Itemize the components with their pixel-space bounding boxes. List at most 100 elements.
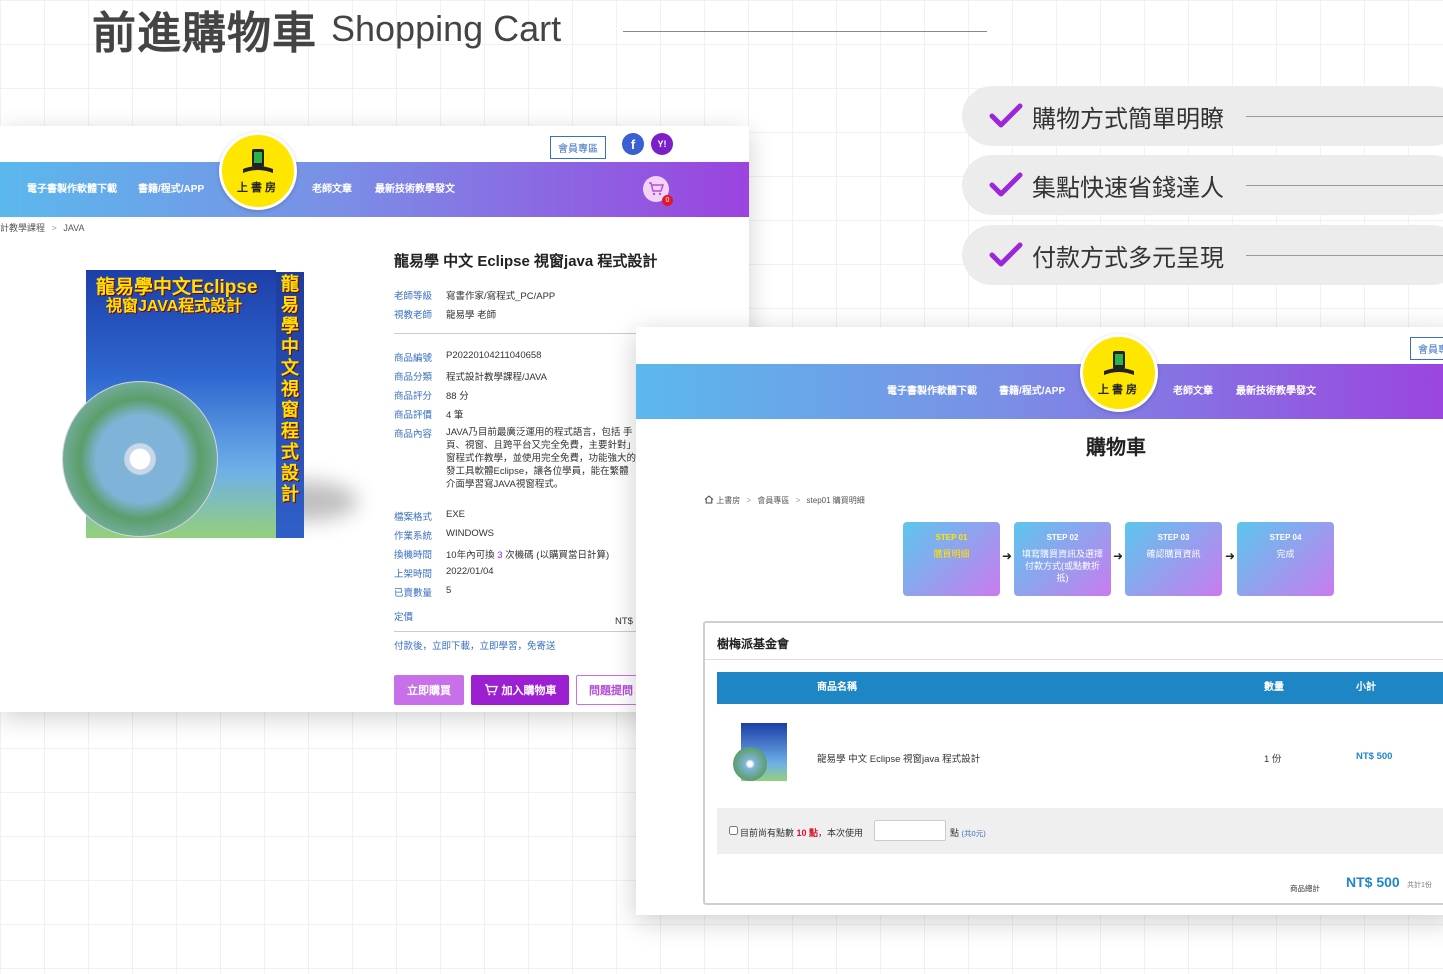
cart-item-name[interactable]: 龍易學 中文 Eclipse 視窗java 程式設計: [817, 751, 980, 765]
breadcrumb: 上書房 > 會員專區 > step01 購買明細: [704, 495, 865, 506]
step-description: 購買明細: [933, 549, 970, 559]
delivery-note: 付款後，立即下載，立即學習，免寄送: [394, 641, 556, 652]
spec-machine-change: 換機時間 10年內可換 3 次機碼 (以購買當日計算): [394, 547, 609, 561]
cart-item-quantity: 1 份: [1264, 754, 1282, 765]
member-area-button[interactable]: 會員專區: [550, 136, 606, 159]
yahoo-icon[interactable]: Y!: [651, 133, 673, 155]
spec-release-date: 上架時間 2022/01/04: [394, 566, 494, 580]
header-subtotal: 小計: [1356, 682, 1376, 693]
step-3: STEP 03 確認購買資訊: [1125, 522, 1222, 596]
header-quantity: 數量: [1264, 682, 1284, 693]
phone-book-icon: [243, 149, 273, 173]
home-icon: [704, 495, 714, 504]
feature-label: 集點快速省錢達人: [1032, 174, 1224, 202]
check-icon: [984, 96, 1028, 136]
spec-sold: 已賣數量 5: [394, 585, 451, 599]
spec-label: 定價: [394, 612, 414, 623]
logo-text: 上書房: [237, 182, 279, 194]
breadcrumb: 計教學課程 > JAVA: [0, 221, 85, 234]
spec-value[interactable]: 4 筆: [446, 407, 463, 421]
spec-category: 商品分類 程式設計教學課程/JAVA: [394, 369, 547, 383]
check-icon: [984, 235, 1028, 275]
add-to-cart-label: 加入購物車: [501, 685, 557, 697]
spec-label: 視教老師: [394, 310, 433, 321]
spec-label: 商品評價: [394, 410, 433, 421]
breadcrumb-category[interactable]: 計教學課程: [0, 223, 45, 233]
spec-label: 商品評分: [394, 391, 433, 402]
site-logo[interactable]: 上書房: [219, 132, 297, 210]
total-label: 商品總計: [1290, 884, 1320, 893]
description-line: 發工具軟體Eclipse，讓各位學員，能在繁體: [446, 466, 629, 477]
points-prefix: 目前尚有點數: [740, 828, 797, 838]
spec-label: 作業系統: [394, 531, 433, 542]
nav-item-tech-posts[interactable]: 最新技術教學發文: [375, 162, 455, 217]
use-points-checkbox[interactable]: [729, 826, 738, 835]
spec-reviews: 商品評價 4 筆: [394, 407, 463, 421]
description-line: 頁、視窗、且跨平台又完全免費，主要針對」: [446, 440, 637, 451]
spec-value: 10年內可換 3 次機碼 (以購買當日計算): [446, 547, 609, 561]
spec-value: 5: [446, 585, 452, 596]
nav-item-ebook-software[interactable]: 電子書製作軟體下載: [887, 364, 977, 419]
seller-divider: [705, 659, 1443, 660]
feature-rule: [1246, 184, 1443, 186]
step-description: 填寫購買資訊及選擇付款方式(或點數折抵): [1021, 549, 1103, 583]
heading-chinese: 前進購物車: [92, 9, 317, 58]
buy-now-button[interactable]: 立即購買: [394, 675, 464, 705]
cart-table-header: 商品名稱 數量 小計: [717, 672, 1443, 704]
breadcrumb-separator: >: [746, 496, 752, 505]
spec-label: 商品編號: [394, 353, 433, 364]
product-title: 龍易學 中文 Eclipse 視窗java 程式設計: [394, 253, 658, 270]
spec-value[interactable]: 程式設計教學課程/JAVA: [446, 369, 547, 383]
phone-book-icon: [1104, 351, 1134, 375]
points-amount: 10 點: [796, 828, 819, 838]
spec-value: 寫書作家/寫程式_PC/APP: [446, 291, 556, 302]
seller-name: 樹梅派基金會: [717, 637, 790, 651]
nav-item-ebook-software[interactable]: 電子書製作軟體下載: [27, 162, 117, 217]
breadcrumb-home[interactable]: 上書房: [716, 496, 740, 505]
header-product-name: 商品名稱: [817, 682, 857, 693]
member-area-button[interactable]: 會員專: [1410, 337, 1443, 360]
price-divider: [394, 631, 654, 632]
spec-label: 換機時間: [394, 550, 433, 561]
spec-rating: 商品評分 88 分: [394, 388, 469, 402]
feature-pill-points: 集點快速省錢達人: [962, 155, 1443, 215]
points-text: 目前尚有點數 10 點，本次使用: [740, 826, 863, 839]
cart-item-thumbnail[interactable]: [727, 721, 793, 785]
nav-item-teacher-articles[interactable]: 老師文章: [1173, 364, 1213, 419]
add-to-cart-button[interactable]: 加入購物車: [471, 675, 569, 705]
nav-item-teacher-articles[interactable]: 老師文章: [312, 162, 352, 217]
cart-page-title: 購物車: [1086, 437, 1146, 459]
site-logo[interactable]: 上書房: [1080, 334, 1158, 412]
points-unit: 點: [950, 828, 960, 838]
step-1: STEP 01 購買明細: [903, 522, 1000, 596]
cart-count-badge: 0: [662, 195, 673, 206]
machine-change-post: 次機碼 (以購買當日計算): [502, 550, 610, 561]
nav-item-tech-posts[interactable]: 最新技術教學發文: [1236, 364, 1316, 419]
description-line: 窗程式作教學，並使用完全免費，功能強大的: [446, 453, 637, 464]
step-2: STEP 02 填寫購買資訊及選擇付款方式(或點數折抵): [1014, 522, 1111, 596]
book-cover-title-2: 視窗JAVA程式設計: [106, 298, 243, 315]
points-row: 目前尚有點數 10 點，本次使用 點 (共0元): [717, 808, 1443, 854]
step-number: STEP 03: [1157, 533, 1190, 542]
breadcrumb-java[interactable]: JAVA: [63, 223, 84, 233]
step-number: STEP 02: [1046, 533, 1079, 542]
breadcrumb-member[interactable]: 會員專區: [757, 496, 789, 505]
spec-value[interactable]: 龍易學 老師: [446, 307, 496, 321]
main-nav: 電子書製作軟體下載 書籍/程式/APP 老師文章 最新技術教學發文 0: [0, 162, 749, 217]
machine-change-pre: 10年內可換: [446, 550, 498, 561]
spec-product-no: 商品編號 P20220104211040658: [394, 350, 541, 364]
feature-label: 購物方式簡單明瞭: [1032, 105, 1224, 133]
nav-item-books[interactable]: 書籍/程式/APP: [999, 364, 1065, 419]
feature-label: 付款方式多元呈現: [1032, 244, 1224, 272]
heading-divider: [623, 31, 987, 32]
cart-icon: [484, 684, 498, 696]
spec-label: 商品分類: [394, 372, 433, 383]
facebook-icon[interactable]: f: [622, 133, 644, 155]
total-count: 共計1份: [1407, 882, 1432, 889]
description-line: JAVA乃目前最廣泛運用的程式語言，包括 手: [446, 427, 633, 438]
feature-pill-payment: 付款方式多元呈現: [962, 225, 1443, 285]
step-description: 確認購買資訊: [1146, 549, 1201, 559]
spec-value: EXE: [446, 509, 466, 520]
nav-item-books[interactable]: 書籍/程式/APP: [138, 162, 204, 217]
points-input[interactable]: [874, 820, 946, 841]
